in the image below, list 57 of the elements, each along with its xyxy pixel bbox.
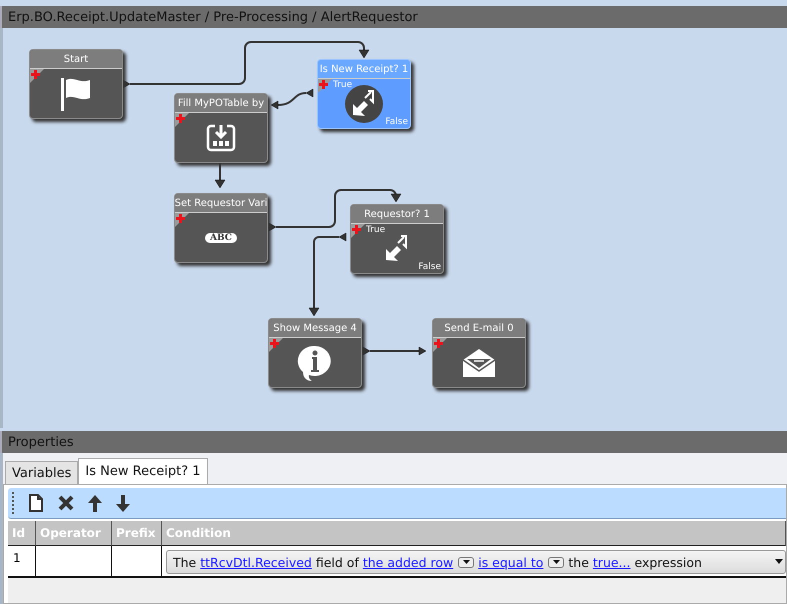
- add-corner-icon[interactable]: [30, 69, 44, 83]
- workflow-node[interactable]: Set Requestor Vari ABC: [174, 193, 268, 263]
- node-title: Fill MyPOTable by: [178, 98, 264, 108]
- node-title: Set Requestor Vari: [175, 198, 267, 208]
- condition-text: The: [173, 554, 196, 570]
- caret-icon: [552, 560, 560, 564]
- connector-arrow: [214, 162, 226, 188]
- add-corner-icon[interactable]: [269, 338, 283, 352]
- dropdown-caret-icon[interactable]: [775, 559, 783, 564]
- caret-icon: [462, 560, 470, 564]
- condition-link[interactable]: the added row: [362, 554, 454, 570]
- tab[interactable]: Variables: [5, 461, 78, 484]
- move-down-button[interactable]: [116, 494, 130, 512]
- delete-button[interactable]: [58, 495, 74, 511]
- move-up-button[interactable]: [88, 494, 102, 512]
- add-corner-icon[interactable]: [433, 338, 447, 352]
- condition-text: field of: [316, 554, 359, 570]
- window-title: Erp.BO.Receipt.UpdateMaster / Pre-Processing / AlertRequestor: [8, 10, 418, 24]
- column-header: Operator: [36, 521, 112, 546]
- condition-text: the: [568, 554, 589, 570]
- node-title: Start: [64, 54, 88, 64]
- node-title: Requestor? 1: [364, 208, 430, 220]
- false-label: False: [385, 117, 408, 127]
- envelope-icon: [461, 348, 497, 378]
- info-bubble-icon: [297, 344, 333, 382]
- condition-text: expression: [634, 554, 702, 570]
- column-header: Condition: [162, 521, 786, 546]
- false-label: False: [418, 262, 441, 272]
- node-title: Is New Receipt? 1: [320, 64, 408, 74]
- download-box-icon: [206, 122, 236, 152]
- new-document-button[interactable]: [28, 494, 44, 512]
- workflow-node[interactable]: Send E-mail 0: [432, 318, 526, 388]
- flag-icon: [59, 76, 93, 112]
- node-title: Show Message 4: [273, 322, 357, 334]
- column-header: Id: [8, 521, 36, 546]
- connector-arrow: [362, 346, 426, 356]
- table-cell: 1: [8, 546, 36, 578]
- condition-editor[interactable]: The ttRcvDtl.Received field of the added row is equal to the true... expression: [166, 550, 786, 574]
- tab[interactable]: Is New Receipt? 1: [78, 458, 208, 484]
- condition-link[interactable]: ttRcvDtl.Received: [200, 554, 312, 570]
- dropdown-button[interactable]: [458, 556, 474, 568]
- add-corner-icon[interactable]: [351, 224, 365, 238]
- panel-title: Properties: [8, 434, 74, 450]
- add-corner-icon[interactable]: [175, 213, 189, 227]
- workflow-node[interactable]: Requestor? 1 True False: [350, 204, 444, 274]
- workflow-node[interactable]: Start: [29, 49, 123, 119]
- workflow-node[interactable]: Show Message 4: [268, 318, 362, 388]
- dropdown-button[interactable]: [548, 556, 564, 568]
- add-corner-icon[interactable]: [175, 113, 189, 127]
- true-label: True: [333, 80, 352, 90]
- column-header: Prefix: [112, 521, 162, 546]
- node-title: Send E-mail 0: [444, 322, 514, 334]
- condition-link[interactable]: is equal to: [478, 554, 544, 570]
- abc-label: ABC: [205, 232, 237, 242]
- true-label: True: [366, 225, 386, 235]
- condition-link[interactable]: true...: [592, 554, 630, 570]
- workflow-node[interactable]: Fill MyPOTable by: [174, 93, 268, 163]
